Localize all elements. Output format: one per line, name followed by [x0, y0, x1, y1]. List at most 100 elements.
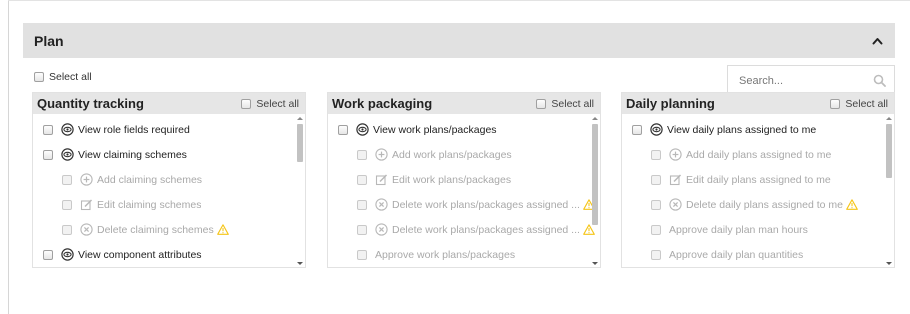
edit-icon: [375, 174, 388, 186]
scroll-down-arrow[interactable]: [592, 262, 598, 265]
permission-item[interactable]: Add claiming schemes: [33, 167, 305, 192]
scroll-thumb[interactable]: [592, 124, 598, 225]
scrollbar[interactable]: [295, 114, 305, 268]
permission-item[interactable]: View daily plans assigned to me: [622, 117, 894, 142]
permission-checkbox[interactable]: [62, 174, 72, 185]
permission-label: Approve daily plan quantities: [669, 248, 804, 261]
scroll-down-arrow[interactable]: [297, 262, 303, 265]
permission-checkbox[interactable]: [43, 124, 53, 135]
column-title: Quantity tracking: [37, 96, 144, 111]
permission-item[interactable]: Edit daily plans assigned to me: [622, 167, 894, 192]
column-header: Daily planning Select all: [622, 93, 894, 114]
permission-label: View role fields required: [78, 123, 190, 136]
add-icon: [375, 148, 388, 161]
select-all-checkbox[interactable]: [34, 72, 44, 82]
permission-checkbox[interactable]: [357, 149, 367, 160]
scroll-up-arrow[interactable]: [297, 117, 303, 120]
permission-item[interactable]: Add work plans/packages: [328, 142, 600, 167]
column-select-all-label: Select all: [551, 97, 594, 110]
permission-item[interactable]: Delete daily plans assigned to me: [622, 192, 894, 217]
permission-checkbox[interactable]: [651, 224, 661, 235]
permission-checkbox[interactable]: [43, 249, 53, 260]
permission-label: Approve daily plan man hours: [669, 223, 808, 236]
permission-checkbox[interactable]: [357, 249, 367, 260]
permission-item[interactable]: View role fields required: [33, 117, 305, 142]
permission-label: Add daily plans assigned to me: [686, 148, 832, 161]
permission-checkbox[interactable]: [651, 174, 661, 185]
column-select-all-label: Select all: [256, 97, 299, 110]
permission-item[interactable]: Delete claiming schemes: [33, 217, 305, 242]
permission-item[interactable]: Approve daily plan man hours: [622, 217, 894, 242]
scrollbar[interactable]: [884, 114, 894, 268]
permission-item[interactable]: View component attributes: [33, 242, 305, 267]
permission-list: View daily plans assigned to me Add daily…: [622, 114, 894, 267]
edit-icon: [669, 174, 682, 186]
warning-icon: [846, 199, 858, 210]
permission-label: Delete work plans/packages assigned ...: [392, 198, 580, 211]
delete-icon: [669, 198, 682, 211]
permission-item[interactable]: Approve daily plan quantities: [622, 242, 894, 267]
delete-icon: [375, 198, 388, 211]
delete-icon: [80, 223, 93, 236]
permission-item[interactable]: Edit work plans/packages: [328, 167, 600, 192]
select-all-global[interactable]: Select all: [34, 71, 92, 83]
column-header: Work packaging Select all: [328, 93, 600, 114]
permission-item[interactable]: View work plans/packages: [328, 117, 600, 142]
scroll-up-arrow[interactable]: [592, 117, 598, 120]
permission-label: Edit claiming schemes: [97, 198, 202, 211]
permission-checkbox[interactable]: [43, 149, 53, 160]
delete-icon: [375, 223, 388, 236]
permission-label: Edit work plans/packages: [392, 173, 512, 186]
scroll-thumb[interactable]: [886, 124, 892, 178]
permission-item[interactable]: View claiming schemes: [33, 142, 305, 167]
panel-header[interactable]: Plan: [23, 23, 895, 58]
permission-label: Delete daily plans assigned to me: [686, 198, 844, 211]
scroll-thumb[interactable]: [297, 124, 303, 162]
permission-checkbox[interactable]: [651, 199, 661, 210]
scrollbar[interactable]: [590, 114, 600, 268]
page-edge: [8, 0, 9, 314]
permission-label: View daily plans assigned to me: [667, 123, 817, 136]
permission-label: Add work plans/packages: [392, 148, 512, 161]
permission-checkbox[interactable]: [338, 124, 348, 135]
permission-label: Add claiming schemes: [97, 173, 203, 186]
column-select-all-checkbox[interactable]: [830, 98, 841, 109]
search-input[interactable]: [739, 74, 859, 87]
permission-list: View work plans/packages Add work plans/p…: [328, 114, 600, 267]
permission-item[interactable]: Edit claiming schemes: [33, 192, 305, 217]
column-select-all-checkbox[interactable]: [536, 98, 547, 109]
permission-list: View role fields required View claiming s…: [33, 114, 305, 267]
permission-item[interactable]: Add daily plans assigned to me: [622, 142, 894, 167]
permission-checkbox[interactable]: [357, 199, 367, 210]
permission-item[interactable]: Delete work plans/packages assigned ...: [328, 217, 600, 242]
column-select-all-checkbox[interactable]: [241, 98, 252, 109]
edit-icon: [80, 199, 93, 211]
column-title: Work packaging: [332, 96, 433, 111]
column-body: View role fields required View claiming s…: [33, 114, 305, 268]
permission-checkbox[interactable]: [651, 149, 661, 160]
warning-icon: [216, 224, 229, 235]
scroll-up-arrow[interactable]: [886, 117, 892, 120]
column-select-all[interactable]: Select all: [536, 98, 594, 110]
column-daily-planning: Daily planning Select all View daily pla…: [621, 92, 895, 268]
permission-label: Delete work plans/packages assigned ...: [392, 223, 580, 236]
search-icon[interactable]: [873, 74, 886, 87]
permission-label: Delete claiming schemes: [97, 223, 214, 236]
collapse-button[interactable]: [868, 32, 886, 50]
permission-checkbox[interactable]: [62, 199, 72, 210]
permission-item[interactable]: Delete work plans/packages assigned ...: [328, 192, 600, 217]
permission-checkbox[interactable]: [632, 124, 642, 135]
permission-label: Edit daily plans assigned to me: [686, 173, 831, 186]
column-select-all[interactable]: Select all: [830, 98, 888, 110]
column-header: Quantity tracking Select all: [33, 93, 305, 114]
permission-item[interactable]: Approve work plans/packages: [328, 242, 600, 267]
permission-checkbox[interactable]: [651, 249, 661, 260]
permission-checkbox[interactable]: [62, 224, 72, 235]
column-body: View work plans/packages Add work plans/p…: [328, 114, 600, 268]
column-body: View daily plans assigned to me Add daily…: [622, 114, 894, 268]
scroll-down-arrow[interactable]: [886, 262, 892, 265]
permission-checkbox[interactable]: [357, 174, 367, 185]
permission-checkbox[interactable]: [357, 224, 367, 235]
view-icon: [61, 148, 74, 161]
column-select-all[interactable]: Select all: [241, 98, 299, 110]
